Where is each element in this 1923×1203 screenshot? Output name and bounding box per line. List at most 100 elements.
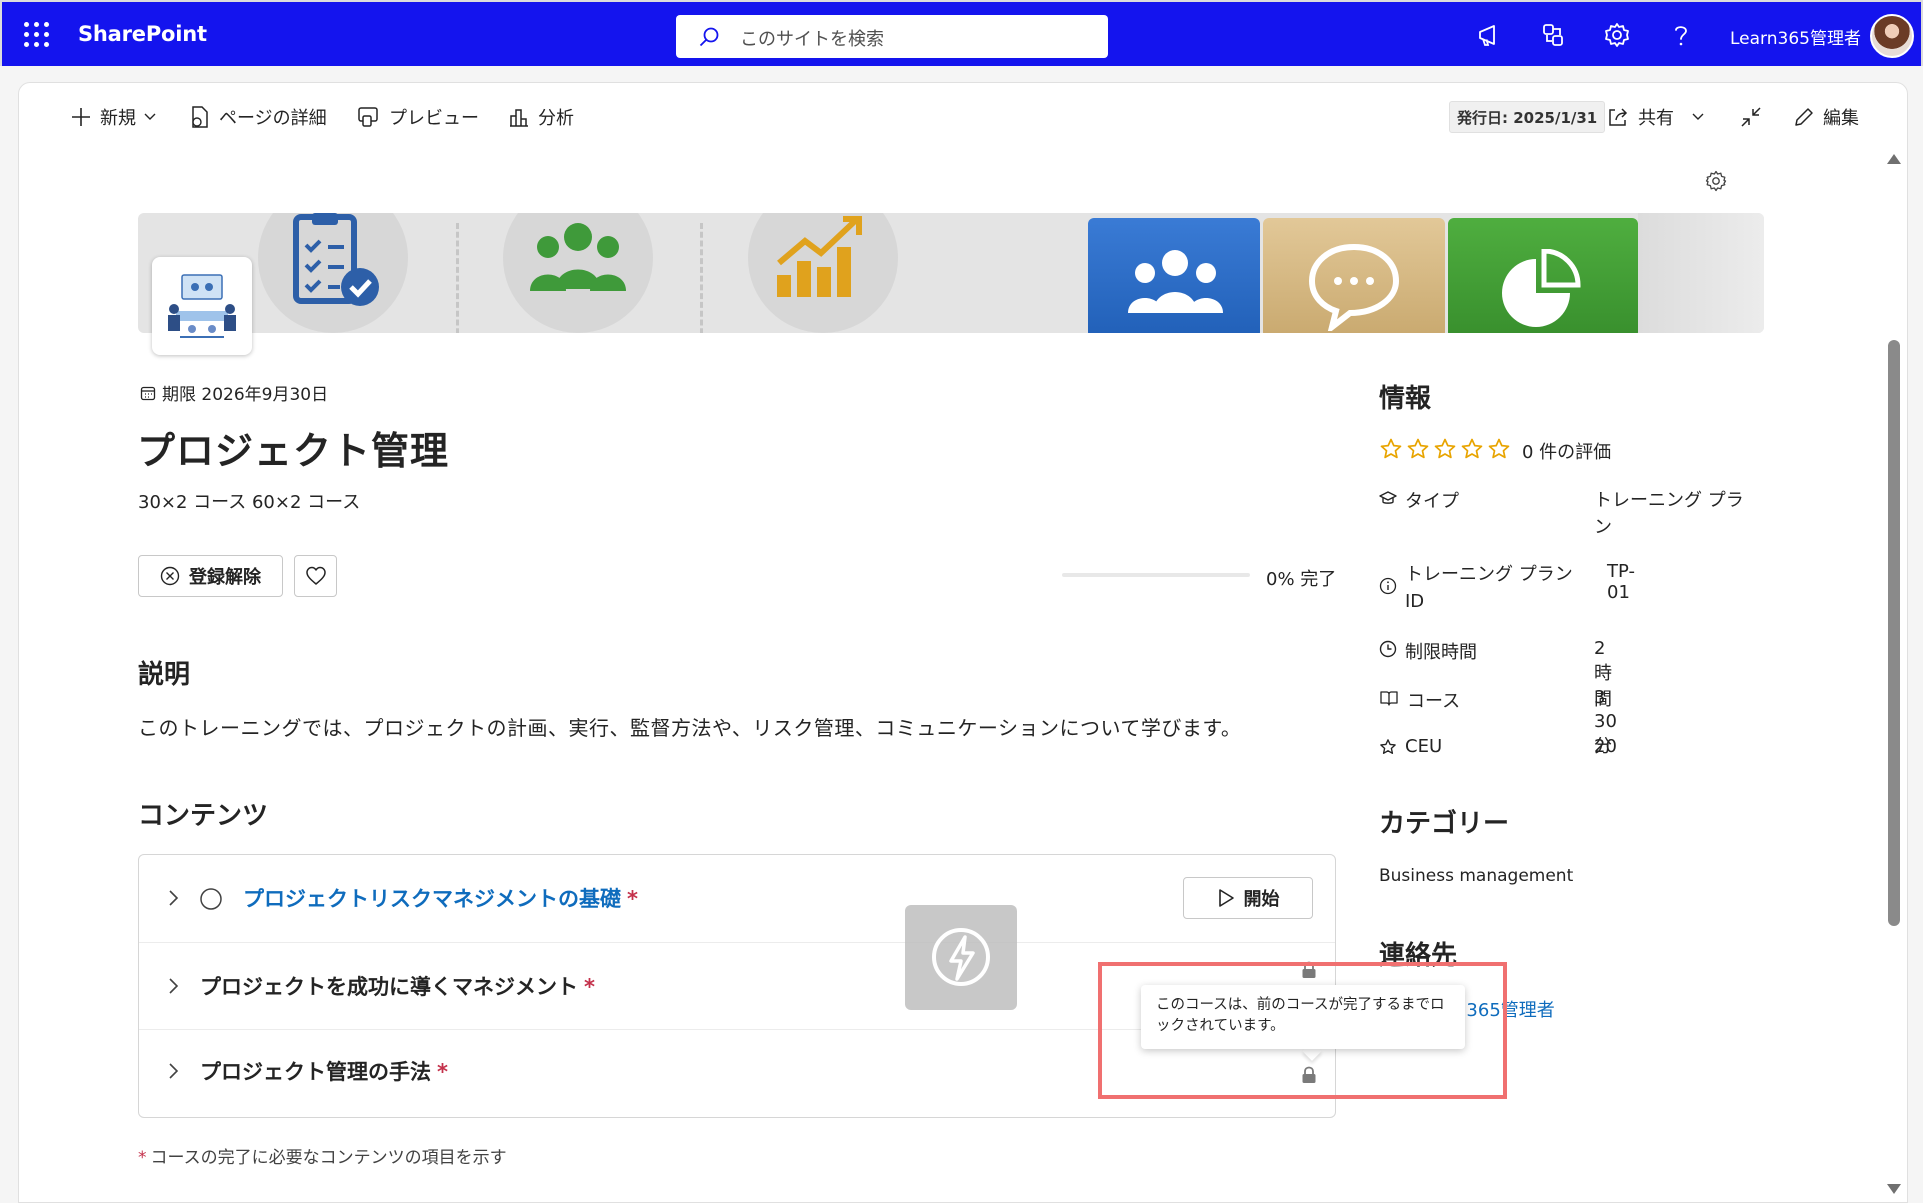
app-launcher-icon[interactable] (24, 22, 50, 48)
page-details-button[interactable]: ページの詳細 (189, 101, 327, 133)
info-label: CEU (1379, 736, 1579, 757)
analytics-button[interactable]: 分析 (508, 101, 574, 133)
chevron-down-icon (144, 113, 156, 120)
info-label: トレーニング プラン ID (1379, 561, 1579, 615)
category-value[interactable]: Business management (1379, 866, 1573, 886)
required-mark: * (437, 1060, 448, 1084)
edit-button[interactable]: 編集 (1793, 101, 1859, 133)
chevron-down-icon (1692, 113, 1704, 120)
favorite-button[interactable] (294, 555, 337, 597)
star-icon[interactable] (1406, 437, 1430, 461)
progress-text: 0% 完了 (1266, 569, 1337, 590)
edit-label: 編集 (1823, 108, 1859, 129)
description-heading: 説明 (138, 660, 191, 690)
loading-overlay (905, 905, 1017, 1010)
collapse-icon (1741, 107, 1761, 127)
pie-chart-icon (1502, 249, 1581, 327)
share-icon (1609, 108, 1628, 126)
hero-banner-image (138, 213, 1764, 333)
footnote: * コースの完了に必要なコンテンツの項目を示す (138, 1143, 507, 1168)
section-settings-icon[interactable] (1704, 169, 1728, 193)
course-subtitle: 30×2 コース 60×2 コース (138, 492, 361, 513)
info-label-text: トレーニング プラン ID (1405, 564, 1573, 612)
analytics-label: 分析 (538, 108, 574, 129)
analytics-icon (510, 109, 528, 127)
start-label: 開始 (1243, 889, 1280, 910)
graduation-cap-icon (1379, 491, 1397, 504)
unregister-label: 登録解除 (189, 567, 261, 588)
list-item-title: プロジェクト管理の手法 (200, 1060, 431, 1084)
share-button[interactable]: 共有 (1606, 101, 1712, 133)
unregister-button[interactable]: 登録解除 (138, 555, 283, 597)
scroll-down-arrow[interactable] (1887, 1184, 1901, 1194)
banner-fade (1638, 213, 1764, 333)
rating-count: 0 件の評価 (1522, 442, 1612, 463)
lock-tooltip: このコースは、前のコースが完了するまでロックされています。 (1141, 985, 1465, 1049)
page-details-label: ページの詳細 (219, 108, 327, 129)
chevron-right-icon[interactable] (168, 977, 180, 995)
contents-heading: コンテンツ (138, 801, 269, 831)
deadline: 期限 2026年9月30日 (140, 380, 328, 405)
lightning-circle-icon (932, 928, 990, 986)
dismiss-circle-icon (160, 566, 180, 586)
avatar[interactable] (1870, 14, 1914, 58)
calendar-icon (140, 386, 156, 400)
info-label: タイプ (1379, 487, 1579, 513)
search-input[interactable]: このサイトを検索 (676, 15, 1108, 58)
star-rating[interactable] (1379, 437, 1511, 461)
gear-icon[interactable] (1602, 20, 1632, 50)
brand-name[interactable]: SharePoint (78, 22, 207, 46)
new-label: 新規 (100, 108, 136, 129)
scrollbar-thumb[interactable] (1888, 340, 1900, 926)
star-outline-icon (1380, 739, 1396, 754)
info-value: 20 (1594, 736, 1617, 757)
list-item-title: プロジェクトリスクマネジメントの基礎 (243, 887, 621, 911)
info-value: トレーニング プラ ン (1594, 490, 1744, 538)
chat-bubble-icon (1308, 243, 1400, 331)
preview-label: プレビュー (389, 108, 479, 129)
search-icon (699, 27, 719, 47)
share-label: 共有 (1638, 108, 1674, 129)
clock-icon (1379, 640, 1397, 658)
search-placeholder: このサイトを検索 (740, 29, 884, 50)
star-icon[interactable] (1379, 437, 1403, 461)
info-label: 制限時間 (1379, 638, 1579, 664)
book-icon (1380, 691, 1398, 706)
help-icon[interactable] (1666, 20, 1696, 50)
star-icon[interactable] (1433, 437, 1457, 461)
progress-bar (1062, 573, 1250, 577)
user-name[interactable]: Learn365管理者 (1730, 24, 1861, 49)
star-icon[interactable] (1460, 437, 1484, 461)
new-button[interactable]: 新規 (70, 101, 164, 133)
suite-bar: SharePoint このサイトを検索 Learn365管理者 (0, 0, 1923, 66)
star-icon[interactable] (1487, 437, 1511, 461)
heart-icon (305, 566, 326, 585)
page-title: プロジェクト管理 (137, 429, 450, 473)
course-link-risk[interactable]: プロジェクトリスクマネジメントの基礎 * (243, 883, 638, 913)
list-item[interactable]: プロジェクトリスクマネジメントの基礎 * 開始 (139, 855, 1335, 942)
play-icon (1218, 889, 1234, 907)
scroll-up-arrow[interactable] (1887, 154, 1901, 164)
share-network-icon[interactable] (1538, 20, 1568, 50)
info-value: TP-01 (1607, 561, 1635, 603)
banner-divider (456, 223, 459, 333)
collapse-button[interactable] (1739, 101, 1771, 133)
required-mark: * (627, 887, 638, 911)
chevron-right-icon[interactable] (168, 1062, 180, 1080)
info-label-text: コース (1407, 691, 1461, 712)
category-heading: カテゴリー (1379, 809, 1510, 839)
megaphone-icon[interactable] (1474, 20, 1504, 50)
course-title-methods: プロジェクト管理の手法 * (200, 1056, 448, 1086)
chevron-right-icon[interactable] (168, 889, 180, 907)
start-button[interactable]: 開始 (1183, 877, 1313, 919)
info-value: 3 (1594, 687, 1606, 708)
info-heading: 情報 (1379, 384, 1432, 414)
preview-button[interactable]: プレビュー (357, 101, 479, 133)
growth-chart-icon (777, 216, 862, 297)
preview-icon (358, 107, 378, 127)
page-settings-icon (192, 106, 208, 128)
required-mark: * (138, 1148, 147, 1168)
info-label-text: 制限時間 (1405, 642, 1477, 663)
pencil-icon (1795, 108, 1813, 126)
required-mark: * (584, 975, 595, 999)
